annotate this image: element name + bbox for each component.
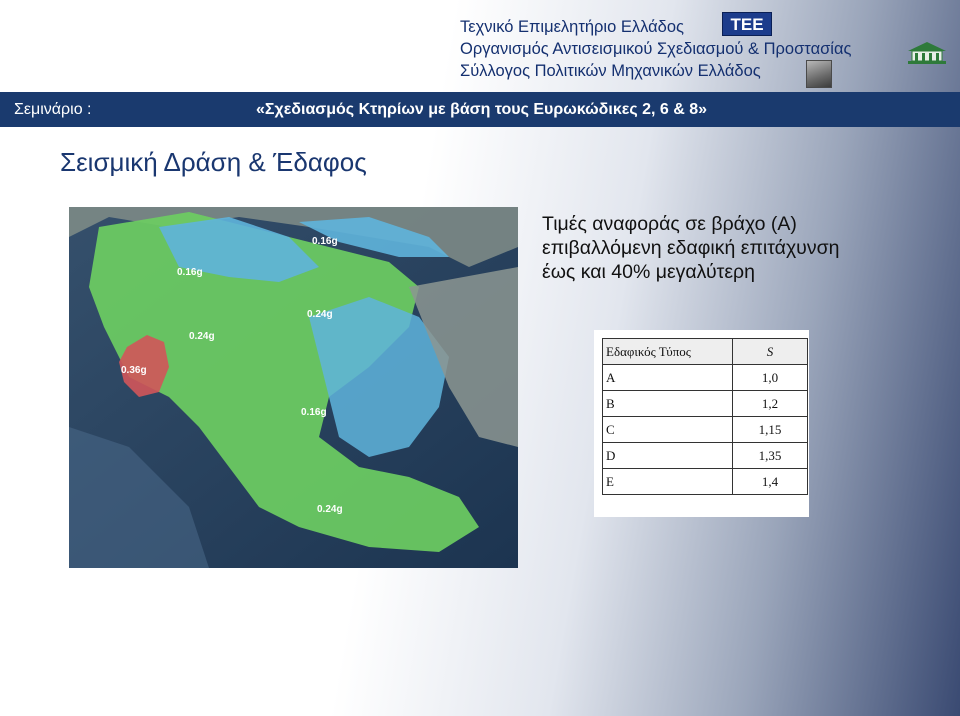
tee-logo: TEE — [722, 12, 772, 36]
zone-label-5: 0.16g — [301, 407, 327, 418]
zone-label-0: 0.16g — [312, 236, 338, 247]
table-row: B 1,2 — [602, 390, 808, 417]
soil-factor-table-container: Εδαφικός Τύπος S A 1,0 B 1,2 C 1,15 D 1,… — [594, 330, 809, 517]
seminar-banner: Σεμινάριο : «Σχεδιασμός Κτηρίων με βάση … — [0, 92, 960, 127]
oasp-building-logo-icon — [906, 40, 948, 66]
seminar-title: «Σχεδιασμός Κτηρίων με βάση τους Ευρωκώδ… — [256, 101, 708, 118]
table-row: D 1,35 — [602, 442, 808, 469]
header-s-factor: S — [732, 338, 808, 365]
table-row: E 1,4 — [602, 468, 808, 495]
s-factor-cell: 1,15 — [732, 416, 808, 443]
table-header-row: Εδαφικός Τύπος S — [602, 338, 808, 365]
soil-type-cell: C — [602, 416, 733, 443]
s-factor-cell: 1,0 — [732, 364, 808, 391]
zone-label-4: 0.36g — [121, 365, 147, 376]
description-line-2: επιβαλλόμενη εδαφική επιτάχυνση — [542, 237, 840, 259]
header-soil-type: Εδαφικός Τύπος — [602, 338, 733, 365]
table-row: A 1,0 — [602, 364, 808, 391]
s-factor-cell: 1,2 — [732, 390, 808, 417]
s-factor-cell: 1,35 — [732, 442, 808, 469]
seminar-label: Σεμινάριο : — [14, 101, 92, 118]
soil-type-cell: D — [602, 442, 733, 469]
org-line-tee: Τεχνικό Επιμελητήριο Ελλάδος — [460, 18, 684, 36]
zone-label-2: 0.24g — [307, 309, 333, 320]
zone-label-6: 0.24g — [317, 504, 343, 515]
table-row: C 1,15 — [602, 416, 808, 443]
soil-type-cell: E — [602, 468, 733, 495]
description-line-3: έως και 40% μεγαλύτερη — [542, 261, 755, 283]
organization-header: Τεχνικό Επιμελητήριο Ελλάδος Οργανισμός … — [460, 16, 851, 82]
description-line-1: Τιμές αναφοράς σε βράχο (Α) — [542, 213, 797, 235]
s-factor-cell: 1,4 — [732, 468, 808, 495]
soil-type-cell: B — [602, 390, 733, 417]
zone-label-3: 0.24g — [189, 331, 215, 342]
soil-factor-table: Εδαφικός Τύπος S A 1,0 B 1,2 C 1,15 D 1,… — [602, 338, 808, 495]
description-text: Τιμές αναφοράς σε βράχο (Α) επιβαλλόμενη… — [542, 212, 839, 284]
seismic-zone-map: 0.16g 0.16g 0.24g 0.24g 0.36g 0.16g 0.24… — [69, 207, 518, 568]
portrait-photo-icon — [806, 60, 832, 88]
org-line-spme: Σύλλογος Πολιτικών Μηχανικών Ελλάδος — [460, 62, 761, 80]
slide-title: Σεισμική Δράση & Έδαφος — [60, 147, 367, 177]
zone-label-1: 0.16g — [177, 267, 203, 278]
soil-type-cell: A — [602, 364, 733, 391]
seismic-map-graphic: 0.16g 0.16g 0.24g 0.24g 0.36g 0.16g 0.24… — [69, 207, 518, 568]
org-line-oasp: Οργανισμός Αντισεισμικού Σχεδιασμού & Πρ… — [460, 40, 852, 58]
